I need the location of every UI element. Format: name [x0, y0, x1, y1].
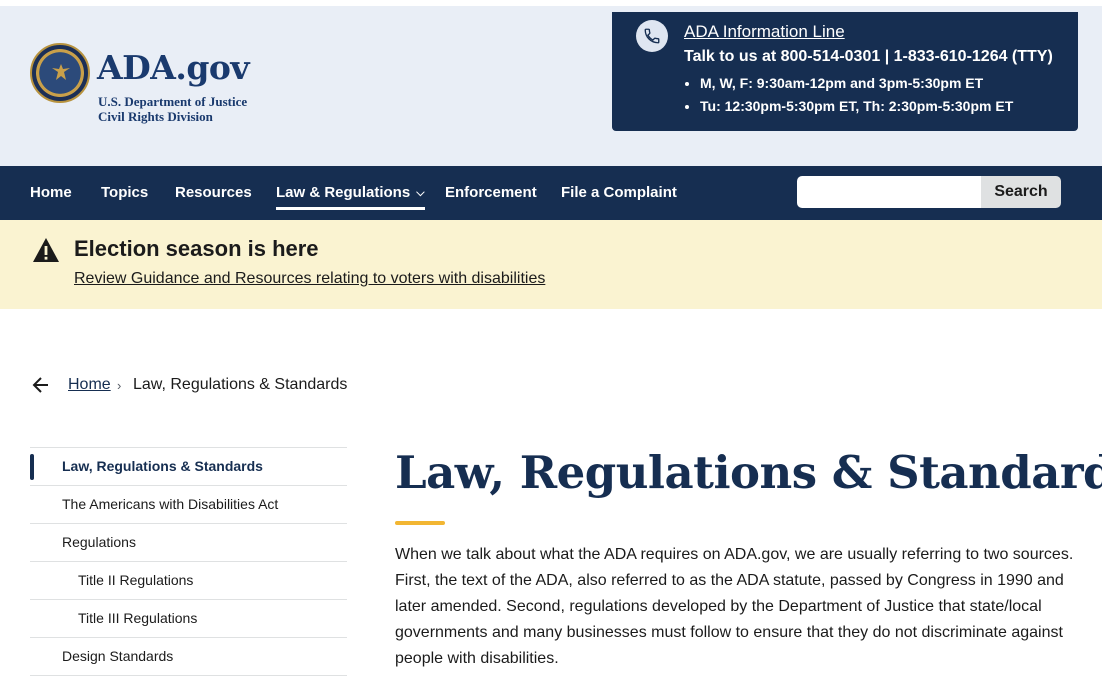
alert-link[interactable]: Review Guidance and Resources relating t… [74, 270, 545, 288]
nav-item-law-regulations-label: Law & Regulations [276, 184, 411, 201]
sidenav-item-regulations[interactable]: Regulations [30, 523, 347, 561]
breadcrumb-home[interactable]: Home [68, 376, 111, 394]
nav-item-resources[interactable]: Resources [175, 184, 252, 201]
site-name[interactable]: ADA.gov [97, 48, 250, 87]
search-button[interactable]: Search [981, 176, 1061, 208]
nav-item-enforcement[interactable]: Enforcement [445, 184, 537, 201]
info-line-phone-numbers: Talk to us at 800-514-0301 | 1-833-610-1… [684, 48, 1053, 65]
breadcrumb-separator-icon: › [117, 378, 122, 393]
sidenav-item-title-iii[interactable]: Title III Regulations [30, 599, 347, 637]
phone-glyph [644, 28, 660, 44]
sidenav-item-law-regulations-standards[interactable]: Law, Regulations & Standards [30, 447, 347, 485]
page-title: Law, Regulations & Standards [395, 446, 1102, 499]
nav-item-law-regulations[interactable]: Law & Regulations ⌵ [276, 184, 425, 210]
ada-info-line-box: ADA Information Line Talk to us at 800-5… [612, 12, 1078, 131]
agency-line-1: U.S. Department of Justice [98, 94, 248, 109]
sidenav-item-ada[interactable]: The Americans with Disabilities Act [30, 485, 347, 523]
title-accent-rule [395, 521, 445, 525]
main-nav: Home Topics Resources Law & Regulations ⌵… [0, 166, 1102, 220]
phone-icon [636, 20, 668, 52]
back-arrow-icon[interactable] [32, 375, 50, 395]
hours-item: Tu: 12:30pm-5:30pm ET, Th: 2:30pm-5:30pm… [700, 95, 1013, 118]
sidenav-divider [30, 675, 347, 676]
search-input[interactable] [797, 176, 981, 208]
chevron-down-icon: ⌵ [416, 187, 425, 199]
nav-item-file-complaint[interactable]: File a Complaint [561, 184, 677, 201]
nav-item-topics[interactable]: Topics [101, 184, 148, 201]
sidenav-item-title-ii[interactable]: Title II Regulations [30, 561, 347, 599]
sidenav-item-design-standards[interactable]: Design Standards [30, 637, 347, 675]
eagle-icon [52, 64, 70, 80]
intro-paragraph: When we talk about what the ADA requires… [395, 546, 1074, 667]
breadcrumb-current: Law, Regulations & Standards [133, 376, 348, 393]
alert-title: Election season is here [74, 236, 319, 261]
site-header: ADA.gov U.S. Department of Justice Civil… [0, 0, 1102, 166]
agency-name: U.S. Department of Justice Civil Rights … [98, 94, 247, 124]
info-line-hours: M, W, F: 9:30am-12pm and 3pm-5:30pm ET T… [700, 72, 1013, 118]
hours-item: M, W, F: 9:30am-12pm and 3pm-5:30pm ET [700, 72, 1013, 95]
doj-seal-logo[interactable] [30, 43, 90, 103]
ada-info-line-link[interactable]: ADA Information Line [684, 22, 845, 42]
side-nav: Law, Regulations & Standards The America… [30, 447, 347, 676]
agency-line-2: Civil Rights Division [98, 109, 213, 124]
warning-icon [33, 238, 59, 262]
nav-item-home[interactable]: Home [30, 184, 72, 201]
election-alert-banner: Election season is here Review Guidance … [0, 220, 1102, 309]
